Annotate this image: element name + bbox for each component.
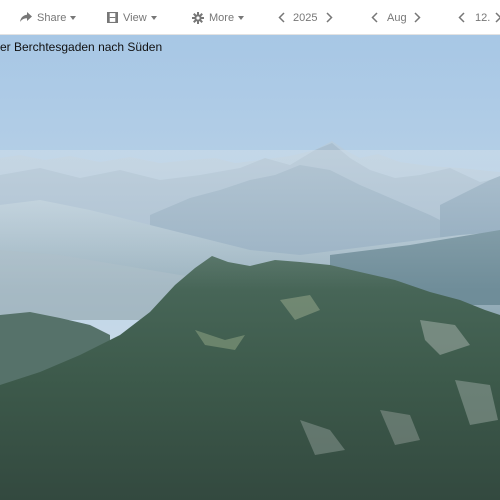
- chevron-right-icon: [414, 12, 421, 23]
- more-label: More: [209, 11, 235, 24]
- film-frame-icon: [107, 12, 118, 23]
- prev-month-button[interactable]: [371, 0, 378, 35]
- chevron-right-icon: [326, 12, 333, 23]
- photo-caption: er Berchtesgaden nach Süden: [0, 40, 163, 54]
- caret-down-icon: [70, 15, 77, 20]
- gear-icon: [192, 11, 204, 24]
- view-label: View: [123, 11, 147, 24]
- mountain-landscape-image: [0, 35, 500, 500]
- share-button[interactable]: Share: [20, 0, 77, 35]
- toolbar: Share View More 2025 Aug 12.: [0, 0, 500, 35]
- caret-down-icon: [150, 15, 157, 20]
- prev-day-button[interactable]: [458, 0, 465, 35]
- chevron-left-icon: [371, 12, 378, 23]
- chevron-left-icon: [458, 12, 465, 23]
- day-label[interactable]: 12.: [475, 0, 490, 35]
- chevron-left-icon: [278, 12, 285, 23]
- caret-down-icon: [238, 15, 245, 20]
- view-button[interactable]: View: [107, 0, 157, 35]
- year-label[interactable]: 2025: [293, 0, 317, 35]
- mountain-photo[interactable]: [0, 35, 500, 500]
- share-label: Share: [37, 11, 67, 24]
- next-month-button[interactable]: [414, 0, 421, 35]
- chevron-right-icon: [495, 12, 500, 23]
- more-button[interactable]: More: [192, 0, 245, 35]
- month-label[interactable]: Aug: [387, 0, 407, 35]
- next-year-button[interactable]: [326, 0, 333, 35]
- share-arrow-icon: [20, 12, 32, 23]
- prev-year-button[interactable]: [278, 0, 285, 35]
- next-day-button[interactable]: [495, 0, 500, 35]
